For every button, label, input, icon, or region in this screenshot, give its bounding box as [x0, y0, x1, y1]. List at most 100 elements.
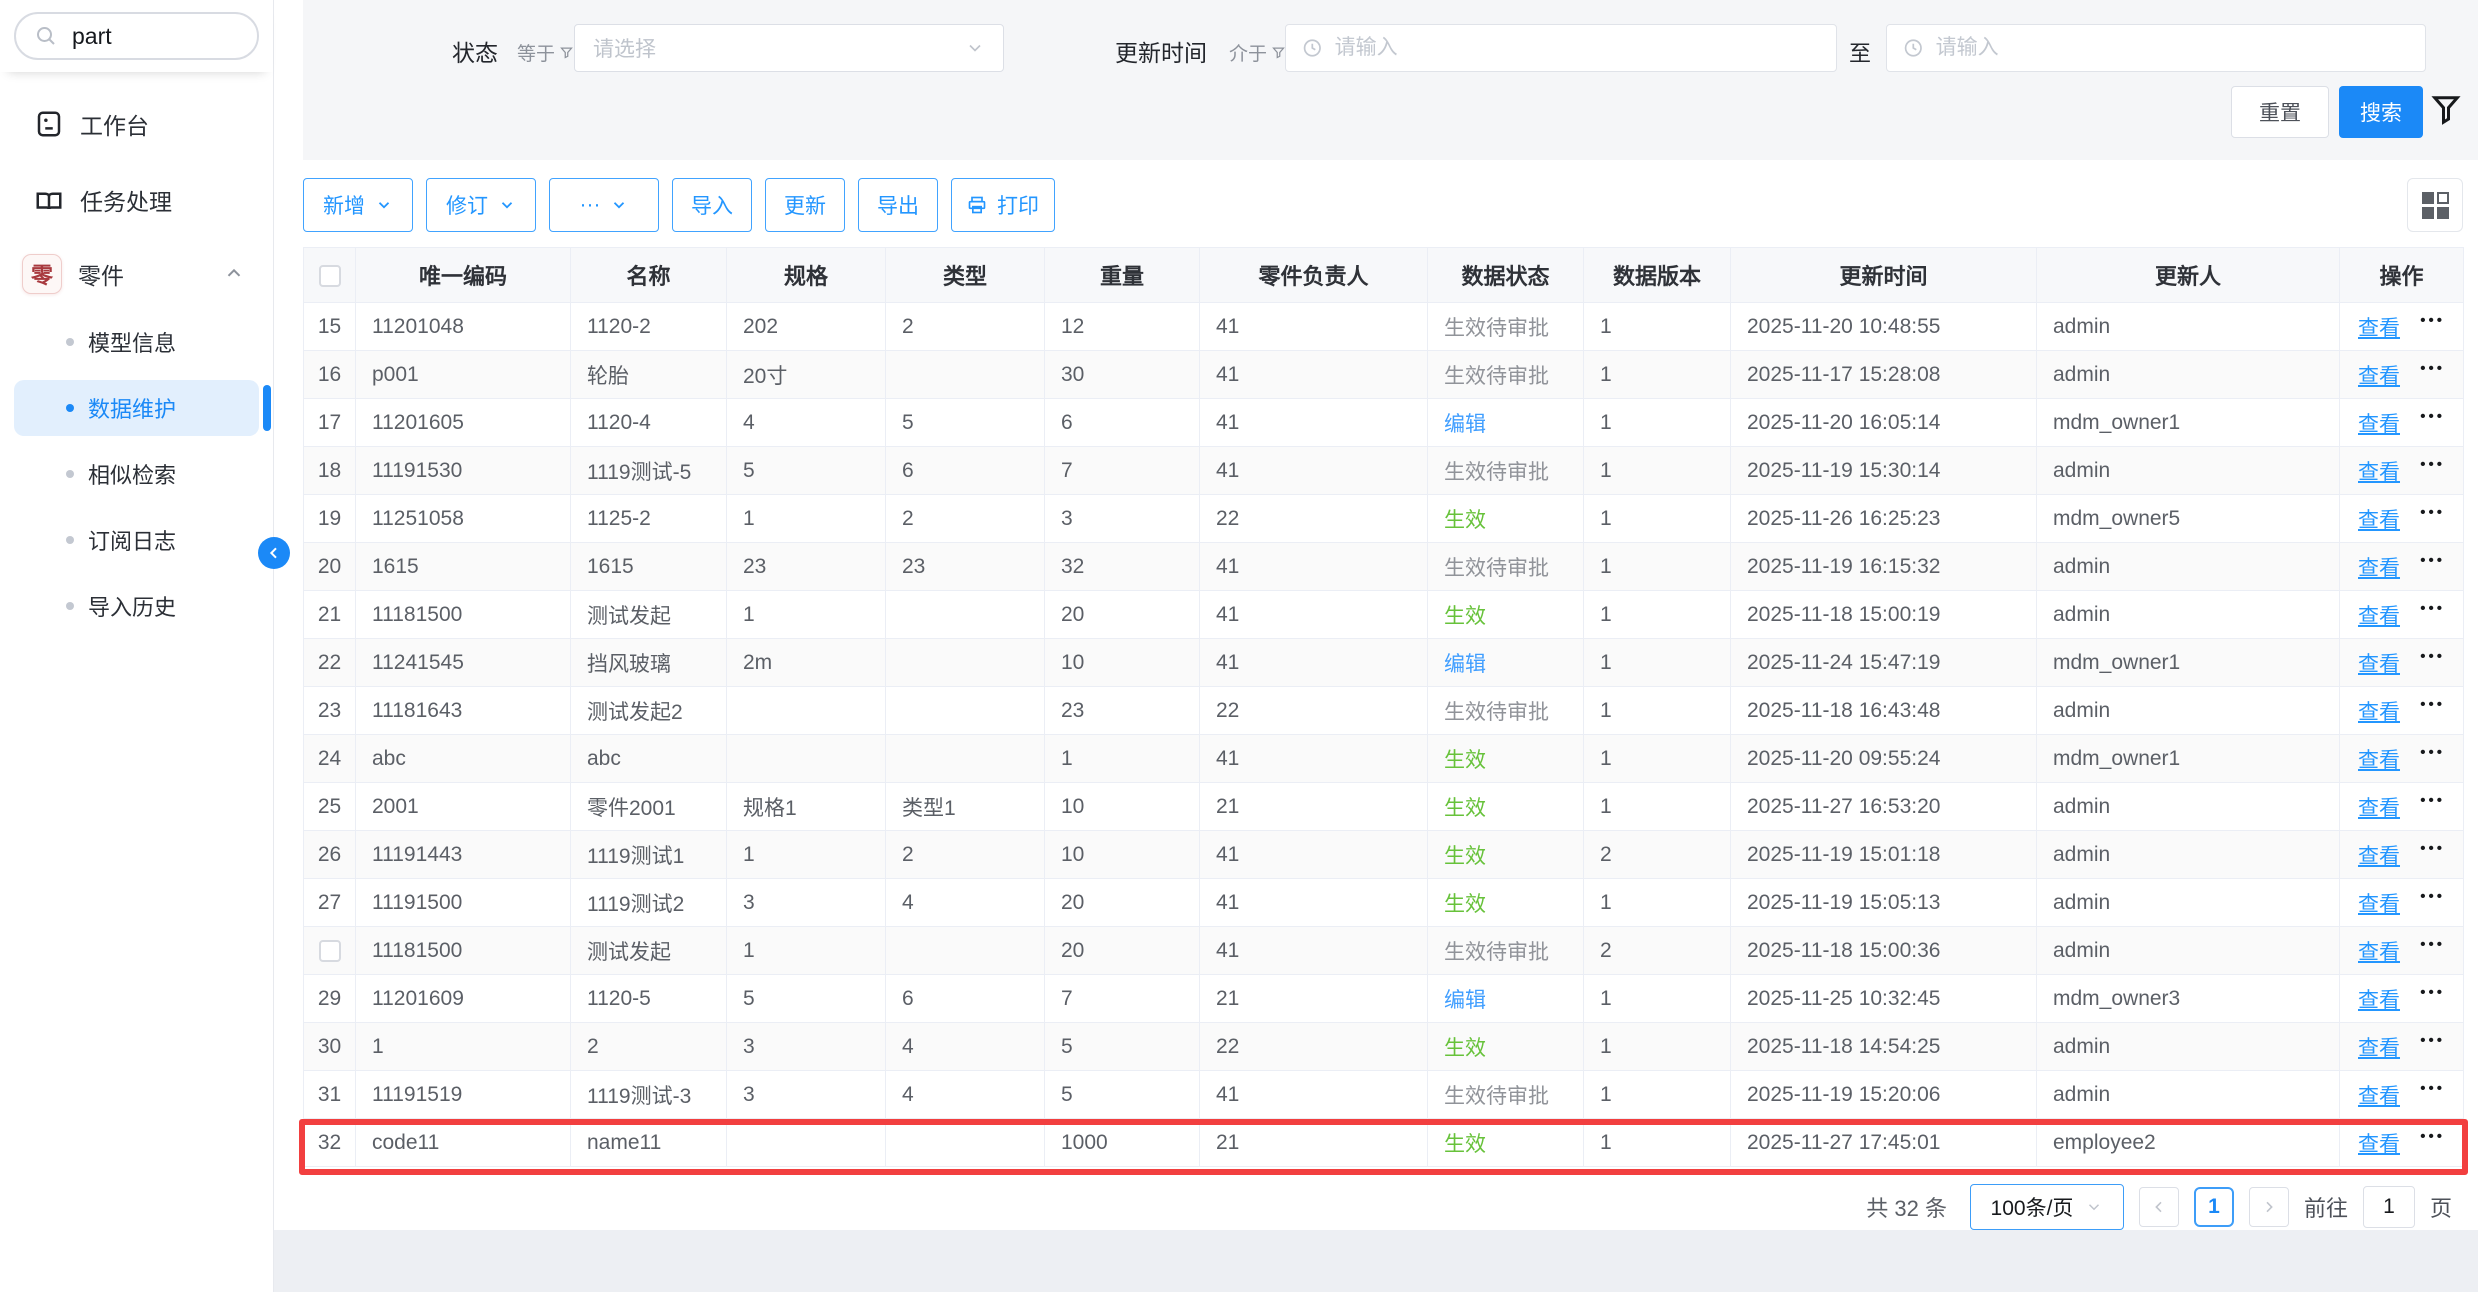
import-button[interactable]: 导入 — [672, 178, 752, 232]
table-row[interactable]: 201615161523233241生效待审批12025-11-19 16:15… — [304, 543, 2464, 591]
table-row[interactable]: 19112510581125-212322生效12025-11-26 16:25… — [304, 495, 2464, 543]
column-settings-button[interactable] — [2407, 178, 2463, 232]
cell-data-status: 生效待审批 — [1428, 303, 1584, 351]
table-row[interactable]: 301234522生效12025-11-18 14:54:25admin查看••… — [304, 1023, 2464, 1071]
cell-data-status: 编辑 — [1428, 639, 1584, 687]
table-row[interactable]: 252001零件2001规格1类型11021生效12025-11-27 16:5… — [304, 783, 2464, 831]
more-actions-icon[interactable]: ••• — [2420, 360, 2445, 377]
view-link[interactable]: 查看 — [2358, 888, 2400, 918]
table-row[interactable]: 17112016051120-445641编辑12025-11-20 16:05… — [304, 399, 2464, 447]
more-actions-icon[interactable]: ••• — [2420, 744, 2445, 761]
cell-actions: 查看 ••• — [2340, 303, 2464, 351]
cell-update-time: 2025-11-19 15:30:14 — [1731, 447, 2037, 495]
view-link[interactable]: 查看 — [2358, 792, 2400, 822]
more-actions-icon[interactable]: ••• — [2420, 888, 2445, 905]
sidebar-collapse-button[interactable] — [258, 537, 290, 569]
revise-button[interactable]: 修订 — [426, 178, 536, 232]
update-button[interactable]: 更新 — [765, 178, 845, 232]
more-actions-icon[interactable]: ••• — [2420, 696, 2445, 713]
export-button[interactable]: 导出 — [858, 178, 938, 232]
table-row[interactable]: 2111181500测试发起12041生效12025-11-18 15:00:1… — [304, 591, 2464, 639]
view-link[interactable]: 查看 — [2358, 648, 2400, 678]
table-row[interactable]: 16p001轮胎20寸3041生效待审批12025-11-17 15:28:08… — [304, 351, 2464, 399]
more-actions-icon[interactable]: ••• — [2420, 984, 2445, 1001]
view-link[interactable]: 查看 — [2358, 456, 2400, 486]
table-row[interactable]: 31111915191119测试-334541生效待审批12025-11-19 … — [304, 1071, 2464, 1119]
page-size-select[interactable]: 100条/页 — [1970, 1184, 2124, 1230]
row-checkbox[interactable] — [319, 940, 341, 962]
more-actions-icon[interactable]: ••• — [2420, 1128, 2445, 1145]
view-link[interactable]: 查看 — [2358, 840, 2400, 870]
table-row[interactable]: 24abcabc141生效12025-11-20 09:55:24mdm_own… — [304, 735, 2464, 783]
sidebar-item-import-history[interactable]: 导入历史 — [14, 578, 259, 634]
prev-page-button[interactable] — [2139, 1187, 2179, 1227]
next-page-button[interactable] — [2249, 1187, 2289, 1227]
cell-name: 1120-2 — [571, 303, 727, 351]
cell-unique-code: 11251058 — [356, 495, 571, 543]
view-link[interactable]: 查看 — [2358, 696, 2400, 726]
cell-update-time: 2025-11-27 16:53:20 — [1731, 783, 2037, 831]
sidebar-item-subscription-log[interactable]: 订阅日志 — [14, 512, 259, 568]
more-actions-icon[interactable]: ••• — [2420, 840, 2445, 857]
table-row[interactable]: 18111915301119测试-556741生效待审批12025-11-19 … — [304, 447, 2464, 495]
table-row[interactable]: 2311181643测试发起22322生效待审批12025-11-18 16:4… — [304, 687, 2464, 735]
view-link[interactable]: 查看 — [2358, 360, 2400, 390]
sidebar-item-similarity-search[interactable]: 相似检索 — [14, 446, 259, 502]
more-actions-icon[interactable]: ••• — [2420, 552, 2445, 569]
sidebar-item-parts[interactable]: 零 零件 — [0, 244, 273, 304]
more-actions-icon[interactable]: ••• — [2420, 312, 2445, 329]
view-link[interactable]: 查看 — [2358, 504, 2400, 534]
sidebar-item-model-info[interactable]: 模型信息 — [14, 314, 259, 370]
cell-actions: 查看 ••• — [2340, 591, 2464, 639]
sidebar-search[interactable]: part — [14, 12, 259, 60]
view-link[interactable]: 查看 — [2358, 312, 2400, 342]
cell-row-index: 21 — [304, 591, 356, 639]
sidebar-item-tasks[interactable]: 任务处理 — [0, 170, 273, 230]
more-actions-icon[interactable]: ••• — [2420, 504, 2445, 521]
table-row[interactable]: 27111915001119测试2342041生效12025-11-19 15:… — [304, 879, 2464, 927]
view-link[interactable]: 查看 — [2358, 1128, 2400, 1158]
more-actions-icon[interactable]: ••• — [2420, 792, 2445, 809]
print-button[interactable]: 打印 — [951, 178, 1055, 232]
update-time-from-input-wrap — [1285, 24, 1837, 72]
table-row[interactable]: 11181500测试发起12041生效待审批22025-11-18 15:00:… — [304, 927, 2464, 975]
more-actions-icon[interactable]: ••• — [2420, 648, 2445, 665]
status-select[interactable]: 请选择 — [574, 24, 1004, 72]
update-time-filter-label: 更新时间 — [1115, 34, 1207, 68]
more-actions-icon[interactable]: ••• — [2420, 600, 2445, 617]
more-actions-icon[interactable]: ••• — [2420, 408, 2445, 425]
more-actions-icon[interactable]: ••• — [2420, 1032, 2445, 1049]
cell-data-status: 生效 — [1428, 1119, 1584, 1167]
add-button[interactable]: 新增 — [303, 178, 413, 232]
reset-button[interactable]: 重置 — [2231, 86, 2329, 138]
current-page-button[interactable]: 1 — [2194, 1187, 2234, 1227]
search-button[interactable]: 搜索 — [2339, 86, 2423, 138]
table-row[interactable]: 2211241545挡风玻璃2m1041编辑12025-11-24 15:47:… — [304, 639, 2464, 687]
more-actions-icon[interactable]: ••• — [2420, 456, 2445, 473]
view-link[interactable]: 查看 — [2358, 1032, 2400, 1062]
sidebar-item-data-maintenance[interactable]: 数据维护 — [14, 380, 259, 436]
more-actions-icon[interactable]: ••• — [2420, 1080, 2445, 1097]
update-time-to-input[interactable] — [1936, 36, 2409, 60]
table-row[interactable]: 15112010481120-220221241生效待审批12025-11-20… — [304, 303, 2464, 351]
update-time-from-input[interactable] — [1335, 36, 1820, 60]
view-link[interactable]: 查看 — [2358, 1080, 2400, 1110]
view-link[interactable]: 查看 — [2358, 984, 2400, 1014]
cell-actions: 查看 ••• — [2340, 351, 2464, 399]
view-link[interactable]: 查看 — [2358, 744, 2400, 774]
table-row[interactable]: 32code11name11100021生效12025-11-27 17:45:… — [304, 1119, 2464, 1167]
goto-page-input[interactable] — [2363, 1186, 2415, 1228]
sidebar-item-workbench[interactable]: 工作台 — [0, 94, 273, 154]
more-menu-button[interactable]: ··· — [549, 178, 659, 232]
filter-funnel-icon[interactable] — [2431, 92, 2461, 126]
cell-name: 1119测试-5 — [571, 447, 727, 495]
view-link[interactable]: 查看 — [2358, 936, 2400, 966]
table-row[interactable]: 29112016091120-556721编辑12025-11-25 10:32… — [304, 975, 2464, 1023]
view-link[interactable]: 查看 — [2358, 600, 2400, 630]
chevron-down-icon — [965, 38, 985, 58]
more-actions-icon[interactable]: ••• — [2420, 936, 2445, 953]
select-all-checkbox[interactable] — [319, 265, 341, 287]
view-link[interactable]: 查看 — [2358, 408, 2400, 438]
table-row[interactable]: 26111914431119测试1121041生效22025-11-19 15:… — [304, 831, 2464, 879]
view-link[interactable]: 查看 — [2358, 552, 2400, 582]
